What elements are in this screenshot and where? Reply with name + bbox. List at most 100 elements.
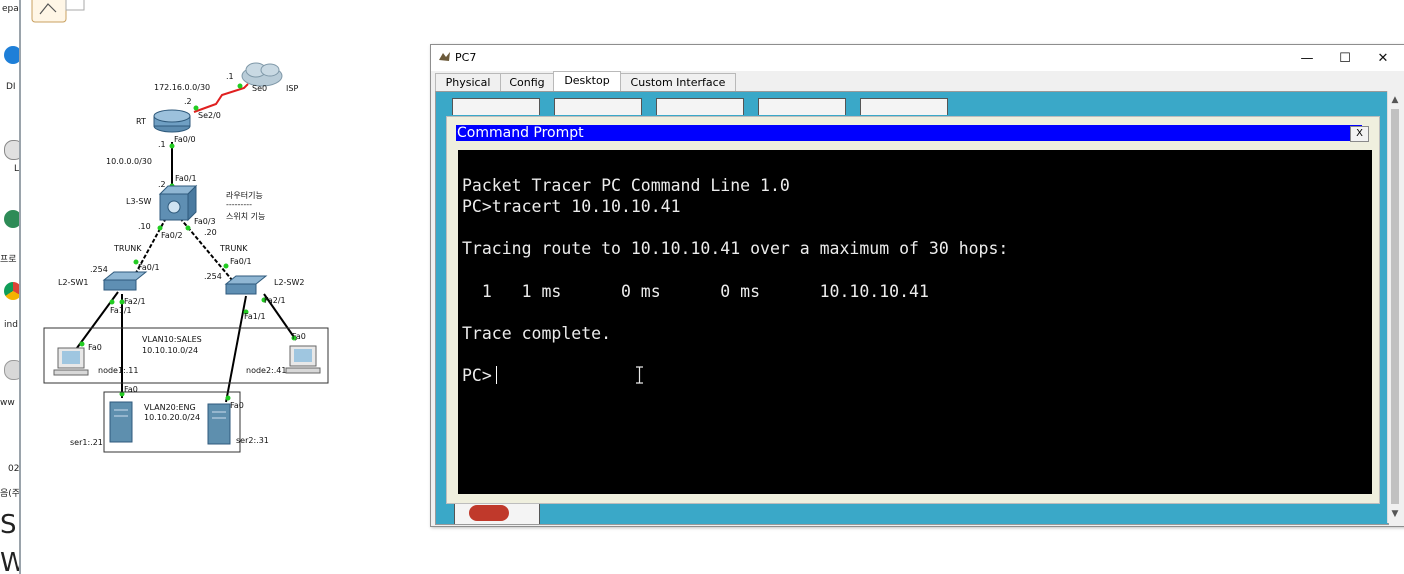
text-cursor xyxy=(496,366,497,384)
desktop-app-icon[interactable] xyxy=(656,98,744,115)
label-vlan10-net: 10.10.10.0/24 xyxy=(142,346,199,355)
label-node2: node2:.41 xyxy=(246,366,287,375)
label-net-core: 10.0.0.0/30 xyxy=(106,157,152,166)
label-ser2-port: Fa0 xyxy=(230,401,244,410)
desktop-label: DI xyxy=(6,82,16,92)
vertical-scrollbar[interactable]: ▲ ▼ xyxy=(1387,91,1402,523)
label-sw1-up: Fa0/1 xyxy=(138,263,160,272)
scroll-thumb[interactable] xyxy=(1391,109,1399,504)
scroll-down-icon[interactable]: ▼ xyxy=(1388,507,1402,521)
label-vlan20-net: 10.10.20.0/24 xyxy=(144,413,201,422)
packet-tracer-icon xyxy=(439,52,450,61)
label-sw2-down: Fa2/1 xyxy=(264,296,286,305)
label-l3sw: L3-SW xyxy=(126,197,152,206)
desktop-label: S xyxy=(0,510,17,540)
desktop-strip: epa DI L 프로 ind ww 02 음(주 S W xyxy=(0,0,20,574)
label-rt-fa-port: Fa0/0 xyxy=(174,135,196,144)
topology-links xyxy=(31,0,329,453)
desktop-label: ww xyxy=(0,398,15,408)
terminal-line: 1 1 ms 0 ms 0 ms 10.10.10.41 xyxy=(462,282,929,301)
canvas-toolbar-icon[interactable] xyxy=(31,0,85,23)
server-ser1-icon[interactable] xyxy=(109,401,133,443)
terminal-line: Tracing route to 10.10.10.41 over a maxi… xyxy=(462,239,1009,258)
desktop-app-icon[interactable] xyxy=(452,98,540,115)
tab-desktop[interactable]: Desktop xyxy=(553,71,621,92)
label-divider: --------- xyxy=(226,200,252,209)
pc-node1-icon[interactable] xyxy=(53,347,89,376)
label-net-wan: 172.16.0.0/30 xyxy=(154,83,211,92)
app-icon[interactable] xyxy=(4,140,20,160)
app-icon[interactable] xyxy=(4,360,20,380)
terminal-line: Trace complete. xyxy=(462,324,612,343)
l3-switch-icon[interactable] xyxy=(158,184,198,222)
label-node1: node1:.11 xyxy=(98,366,139,375)
app-icon[interactable] xyxy=(4,46,20,64)
desktop-app-icon[interactable] xyxy=(554,98,642,115)
label-isp-ip: .1 xyxy=(226,72,234,81)
label-l3-left-port: Fa0/2 xyxy=(161,231,183,240)
label-trunk-left: TRUNK xyxy=(114,244,142,253)
l2-switch1-icon[interactable] xyxy=(102,271,148,291)
label-vlan10: VLAN10:SALES xyxy=(142,335,202,344)
terminal-line: Packet Tracer PC Command Line 1.0 xyxy=(462,176,790,195)
router-icon[interactable] xyxy=(153,109,191,133)
label-sw1-down: Fa2/1 xyxy=(124,297,146,306)
desktop-app-icon[interactable] xyxy=(454,502,540,524)
desktop-label: 프로 xyxy=(0,255,17,265)
tab-custom-interface[interactable]: Custom Interface xyxy=(620,73,736,92)
label-ser2: ser2:.31 xyxy=(236,436,269,445)
label-node1-port: Fa0 xyxy=(88,343,102,352)
label-rt-se-port: Se2/0 xyxy=(198,111,221,120)
label-node2-port: Fa0 xyxy=(292,332,306,341)
label-l2sw2: L2-SW2 xyxy=(274,278,305,287)
ibeam-cursor-icon xyxy=(636,366,643,384)
label-sw1-down2: Fa1/1 xyxy=(110,306,132,315)
label-ser1-port: Fa0 xyxy=(124,385,138,394)
label-switch-func: 스위치 기능 xyxy=(226,212,266,221)
tab-config[interactable]: Config xyxy=(500,73,554,92)
maximize-button[interactable]: ☐ xyxy=(1326,45,1364,71)
label-rt-fa-ip: .1 xyxy=(158,140,166,149)
label-rt: RT xyxy=(136,117,146,126)
topology-canvas[interactable]: 172.16.0.0/30 .1 Se0 ISP .2 Se2/0 RT Fa0… xyxy=(20,0,420,574)
tab-physical[interactable]: Physical xyxy=(435,73,501,92)
minimize-button[interactable]: — xyxy=(1288,45,1326,71)
isp-cloud-icon[interactable] xyxy=(241,62,283,87)
command-prompt-window: Command Prompt X Packet Tracer PC Comman… xyxy=(446,116,1380,504)
window-title: PC7 xyxy=(455,51,477,64)
pc-node2-icon[interactable] xyxy=(285,345,321,374)
label-vlan20: VLAN20:ENG xyxy=(144,403,196,412)
label-l3-left-ip: .10 xyxy=(138,222,151,231)
desktop-app-icon[interactable] xyxy=(758,98,846,115)
label-l3-up-port: Fa0/1 xyxy=(175,174,197,183)
l2-switch2-icon[interactable] xyxy=(224,275,268,295)
label-trunk-right: TRUNK xyxy=(220,244,248,253)
terminal-prompt: PC> xyxy=(462,366,492,385)
command-prompt-titlebar[interactable]: Command Prompt xyxy=(456,125,1362,141)
label-l3-right-port: Fa0/3 xyxy=(194,217,216,226)
label-rt-se-ip: .2 xyxy=(184,97,192,106)
window-titlebar[interactable]: PC7 — ☐ ✕ xyxy=(431,45,1404,71)
command-prompt-title: Command Prompt xyxy=(457,125,584,141)
close-button[interactable]: ✕ xyxy=(1364,45,1402,71)
label-isp-port: Se0 xyxy=(252,84,268,93)
scroll-up-icon[interactable]: ▲ xyxy=(1388,93,1402,107)
chrome-icon[interactable] xyxy=(4,282,20,300)
label-ser1: ser1:.21 xyxy=(70,438,103,447)
terminal-line: PC>tracert 10.10.10.41 xyxy=(462,197,681,216)
desktop-label: epa xyxy=(2,4,19,14)
app-icon[interactable] xyxy=(4,210,20,228)
label-l3-up-ip: .2 xyxy=(158,180,166,189)
server-ser2-icon[interactable] xyxy=(207,403,231,445)
label-sw2-up: Fa0/1 xyxy=(230,257,252,266)
command-prompt-close-button[interactable]: X xyxy=(1350,126,1369,142)
desktop-label: W xyxy=(0,548,20,574)
desktop-label: 02 xyxy=(8,464,20,474)
terminal-output[interactable]: Packet Tracer PC Command Line 1.0 PC>tra… xyxy=(458,150,1372,494)
label-sw1-ip: .254 xyxy=(90,265,108,274)
desktop-app-icon[interactable] xyxy=(860,98,948,115)
label-l2sw1: L2-SW1 xyxy=(58,278,89,287)
desktop-label: 음(주 xyxy=(0,489,20,499)
link-sw2-ser2 xyxy=(225,295,247,403)
label-sw2-ip: .254 xyxy=(204,272,222,281)
